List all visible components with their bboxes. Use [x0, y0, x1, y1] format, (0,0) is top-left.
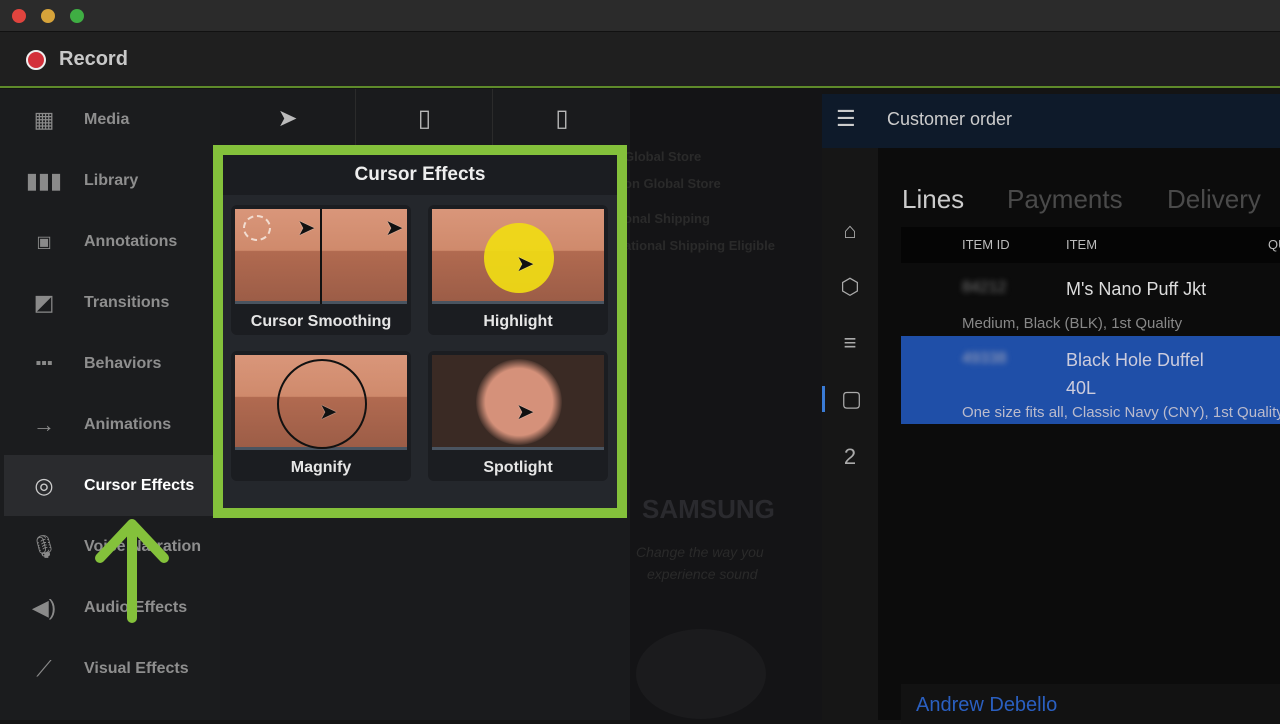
item-name: Black Hole Duffel [1066, 350, 1204, 370]
products-icon[interactable]: ⬡ [822, 274, 878, 300]
effect-cursor-smoothing[interactable]: ➤ ➤ Cursor Smoothing [231, 205, 411, 335]
green-arrow-annotation [95, 519, 169, 623]
minimize-button[interactable] [41, 9, 55, 23]
zoom-button[interactable] [70, 9, 84, 23]
sidebar-item-visual-effects[interactable]: ⟋ Visual Effects [4, 638, 214, 699]
item-desc: One size fits all, Classic Navy (CNY), 1… [962, 404, 1280, 421]
popup-title: Cursor Effects [223, 155, 617, 195]
tab-left-click[interactable]: ▯ [357, 89, 493, 147]
microphone-icon: 🎙 [30, 533, 58, 559]
effect-highlight[interactable]: ➤ Highlight [428, 205, 608, 335]
record-bar [0, 32, 1280, 88]
item-id: 84212 [962, 279, 1007, 296]
tab-cursor[interactable]: ➤ [220, 89, 356, 147]
behaviors-icon: ▪▪▪ [35, 354, 53, 372]
ad-brand: SAMSUNG [642, 494, 775, 524]
background-webpage: Global Store on Global Store onal Shippi… [624, 89, 822, 720]
cursor-arrow-icon: ➤ [277, 104, 298, 132]
bag-icon[interactable]: ▢ [822, 386, 878, 412]
sidebar-item-cursor-effects[interactable]: ◎ Cursor Effects [4, 455, 214, 516]
sidebar-item-behaviors[interactable]: ▪▪▪ Behaviors [4, 333, 214, 394]
effect-magnify[interactable]: ➤ Magnify [231, 351, 411, 481]
customer-order-app: ☰ Customer order ⌂ ⬡ ≡ ▢ 2 Lines Payment… [822, 94, 1280, 724]
cursor-effects-icon: ◎ [34, 472, 54, 498]
highlight-thumbnail: ➤ [432, 209, 604, 304]
column-header: ITEM ID [962, 237, 1010, 252]
item-id: 49338 [962, 350, 1007, 367]
tab-payments[interactable]: Payments [1007, 184, 1123, 215]
speaker-icon: ◀) [31, 594, 57, 620]
tab-right-click[interactable]: ▯ [494, 89, 630, 147]
magic-wand-icon: ⟋ [36, 655, 52, 681]
web-text: ational Shipping Eligible [624, 238, 775, 253]
film-icon: ▦ [33, 106, 55, 132]
table-row-selected[interactable]: 49338 Black Hole Duffel 40L One size fit… [901, 336, 1280, 424]
hamburger-menu-icon[interactable]: ☰ [836, 106, 856, 132]
spotlight-thumbnail: ➤ [432, 355, 604, 450]
transition-icon: ◩ [33, 289, 55, 315]
order-count: 2 [843, 444, 857, 469]
ad-text: Change the way you [636, 544, 764, 560]
mouse-icon: ▯ [555, 104, 569, 132]
item-name: M's Nano Puff Jkt [1066, 279, 1207, 299]
app-header: ☰ Customer order [822, 94, 1280, 148]
cursor-smoothing-thumbnail: ➤ ➤ [235, 209, 407, 304]
app-nav: ⌂ ⬡ ≡ ▢ 2 [822, 148, 878, 720]
list-icon[interactable]: ≡ [822, 330, 878, 356]
annotation-icon: ▣ [36, 233, 52, 251]
close-button[interactable] [12, 9, 26, 23]
magnify-thumbnail: ➤ [235, 355, 407, 450]
tab-delivery[interactable]: Delivery [1167, 184, 1261, 215]
effect-label: Spotlight [483, 459, 553, 476]
effect-label: Cursor Smoothing [250, 313, 392, 330]
table-row[interactable]: 84212 M's Nano Puff Jkt Medium, Black (B… [901, 269, 1280, 335]
column-header: ITEM [1066, 237, 1098, 252]
customer-bar: Andrew Debello [901, 684, 1280, 724]
record-button[interactable]: Record [59, 48, 128, 71]
title-bar [0, 0, 1280, 32]
effect-label: Highlight [483, 313, 553, 330]
item-size: 40L [1066, 378, 1097, 398]
sidebar-item-animations[interactable]: → Animations [4, 394, 214, 455]
effect-label: Magnify [290, 459, 352, 476]
mouse-icon: ▯ [417, 104, 432, 132]
sidebar-item-media[interactable]: ▦ Media [4, 89, 214, 150]
earbuds-image [636, 629, 766, 719]
web-text: Global Store [624, 149, 702, 164]
app-title: Customer order [887, 109, 1013, 129]
ad-text: experience sound [647, 566, 758, 582]
item-desc: Medium, Black (BLK), 1st Quality [962, 315, 1183, 332]
customer-name[interactable]: Andrew Debello [916, 694, 1057, 717]
home-icon[interactable]: ⌂ [822, 218, 878, 244]
effect-spotlight[interactable]: ➤ Spotlight [428, 351, 608, 481]
tab-lines[interactable]: Lines [902, 184, 964, 215]
web-text: onal Shipping [624, 211, 710, 226]
books-icon: ▮▮▮ [25, 167, 63, 193]
sidebar: ▦ Media ▮▮▮ Library ▣ Annotations ◩ Transiti… [0, 89, 220, 720]
record-icon[interactable] [26, 50, 46, 70]
web-text: on Global Store [624, 176, 721, 191]
animation-arrow-icon: → [33, 411, 55, 437]
column-header: QU [1268, 237, 1280, 252]
sidebar-item-annotations[interactable]: ▣ Annotations [4, 211, 214, 272]
sidebar-item-transitions[interactable]: ◩ Transitions [4, 272, 214, 333]
sidebar-item-library[interactable]: ▮▮▮ Library [4, 150, 214, 211]
cursor-effects-popup: Cursor Effects ➤ ➤ Cursor Smoothing ➤ Hig… [213, 145, 627, 518]
